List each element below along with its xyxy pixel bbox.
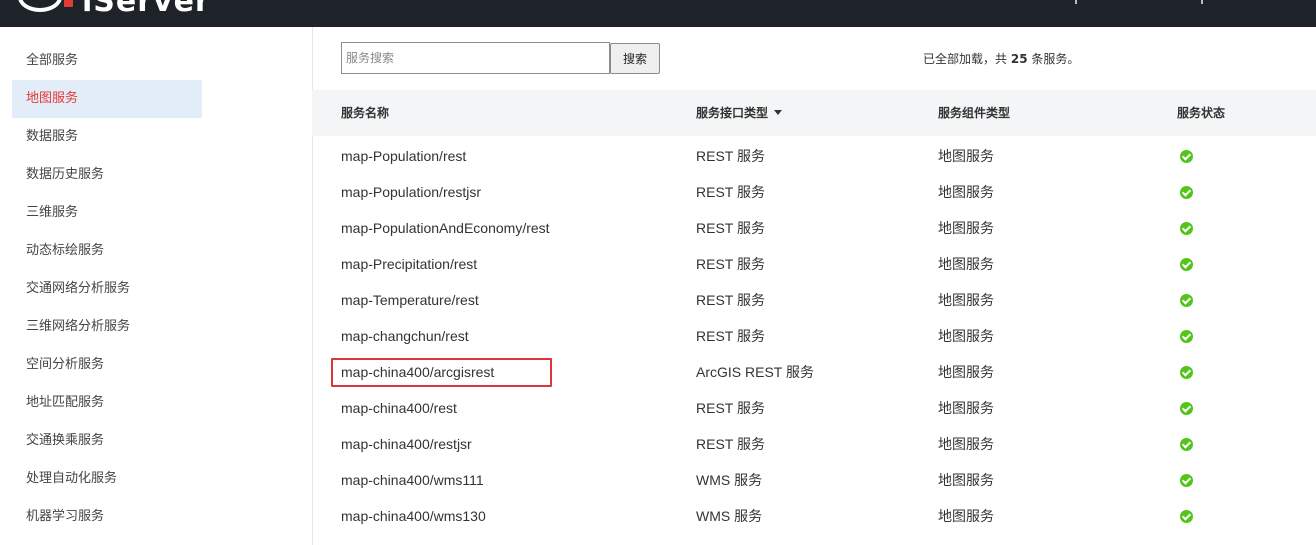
sidebar-item-spatial-analysis-services[interactable]: 空间分析服务 xyxy=(12,346,202,384)
table-row: map-china400/rest REST 服务 地图服务 xyxy=(312,390,1316,426)
table-row: map-PopulationAndEconomy/rest REST 服务 地图… xyxy=(312,210,1316,246)
table-row: map-Precipitation/rest REST 服务 地图服务 xyxy=(312,246,1316,282)
table-row: map-Temperature/rest REST 服务 地图服务 xyxy=(312,282,1316,318)
sidebar-item-address-matching-services[interactable]: 地址匹配服务 xyxy=(12,384,202,422)
interface-type-cell: ArcGIS REST 服务 xyxy=(696,364,814,380)
status-ok-icon xyxy=(1180,438,1193,451)
status-ok-icon xyxy=(1180,222,1193,235)
sidebar-item-all-services[interactable]: 全部服务 xyxy=(12,42,202,80)
status-ok-icon xyxy=(1180,366,1193,379)
service-name-link[interactable]: map-Population/rest xyxy=(341,138,466,174)
component-type-cell: 地图服务 xyxy=(938,472,994,488)
sidebar-item-3d-network-services[interactable]: 三维网络分析服务 xyxy=(12,308,202,346)
interface-type-cell: REST 服务 xyxy=(696,328,765,344)
interface-type-cell: REST 服务 xyxy=(696,184,765,200)
sidebar-item-plotting-services[interactable]: 动态标绘服务 xyxy=(12,232,202,270)
table-row: map-china400/wms130 WMS 服务 地图服务 xyxy=(312,498,1316,534)
sidebar-item-transfer-services[interactable]: 交通换乘服务 xyxy=(12,422,202,460)
sidebar-item-data-services[interactable]: 数据服务 xyxy=(12,118,202,156)
sidebar-item-map-services[interactable]: 地图服务 xyxy=(12,80,202,118)
search-button[interactable]: 搜索 xyxy=(610,43,660,74)
header-divider xyxy=(1075,0,1077,4)
component-type-cell: 地图服务 xyxy=(938,400,994,416)
service-name-link[interactable]: map-china400/wms130 xyxy=(341,498,486,534)
search-input[interactable] xyxy=(341,42,610,74)
summary-prefix: 已全部加载，共 xyxy=(923,52,1008,66)
table-row: map-changchun/rest REST 服务 地图服务 xyxy=(312,318,1316,354)
status-ok-icon xyxy=(1180,258,1193,271)
interface-type-cell: WMS 服务 xyxy=(696,472,763,488)
logo-text: iServer xyxy=(82,0,211,19)
interface-type-cell: REST 服务 xyxy=(696,148,765,164)
service-name-link[interactable]: map-china400/arcgisrest xyxy=(341,354,494,390)
component-type-cell: 地图服务 xyxy=(938,508,994,524)
interface-type-cell: REST 服务 xyxy=(696,292,765,308)
service-name-link[interactable]: map-china400/rest xyxy=(341,390,457,426)
sidebar-item-processing-automation-services[interactable]: 处理自动化服务 xyxy=(12,460,202,498)
component-type-cell: 地图服务 xyxy=(938,292,994,308)
table-row: map-Population/restjsr REST 服务 地图服务 xyxy=(312,174,1316,210)
interface-type-cell: WMS 服务 xyxy=(696,508,763,524)
sidebar-item-3d-services[interactable]: 三维服务 xyxy=(12,194,202,232)
column-header-interface-type[interactable]: 服务接口类型 xyxy=(696,90,783,136)
load-summary: 已全部加载，共 25 条服务。 xyxy=(923,50,1079,67)
column-header-label: 服务接口类型 xyxy=(696,106,769,120)
sidebar-item-transport-network-services[interactable]: 交通网络分析服务 xyxy=(12,270,202,308)
table-row: map-china400/arcgisrest ArcGIS REST 服务 地… xyxy=(312,354,1316,390)
component-type-cell: 地图服务 xyxy=(938,436,994,452)
service-name-link[interactable]: map-Population/restjsr xyxy=(341,174,481,210)
service-name-link[interactable]: map-Precipitation/rest xyxy=(341,246,477,282)
sidebar-item-data-history-services[interactable]: 数据历史服务 xyxy=(12,156,202,194)
summary-suffix: 条服务。 xyxy=(1031,52,1080,66)
status-ok-icon xyxy=(1180,294,1193,307)
sort-caret-icon xyxy=(774,110,783,115)
component-type-cell: 地图服务 xyxy=(938,328,994,344)
component-type-cell: 地图服务 xyxy=(938,364,994,380)
table-header: 服务名称 服务接口类型 服务组件类型 服务状态 xyxy=(312,90,1316,136)
service-count: 25 xyxy=(1010,52,1028,66)
component-type-cell: 地图服务 xyxy=(938,220,994,236)
interface-type-cell: REST 服务 xyxy=(696,220,765,236)
service-name-link[interactable]: map-Temperature/rest xyxy=(341,282,479,318)
interface-type-cell: REST 服务 xyxy=(696,400,765,416)
logo-icon xyxy=(18,0,62,12)
status-ok-icon xyxy=(1180,402,1193,415)
service-name-link[interactable]: map-PopulationAndEconomy/rest xyxy=(341,210,550,246)
logo-dot-icon xyxy=(64,0,73,7)
table-row: map-china400/wms111 WMS 服务 地图服务 xyxy=(312,462,1316,498)
table-row: map-Population/rest REST 服务 地图服务 xyxy=(312,138,1316,174)
service-name-link[interactable]: map-china400/wms111 xyxy=(341,462,484,498)
column-header-service-name: 服务名称 xyxy=(341,106,390,120)
header-divider xyxy=(1201,0,1203,4)
component-type-cell: 地图服务 xyxy=(938,256,994,272)
component-type-cell: 地图服务 xyxy=(938,184,994,200)
table-row: map-china400/restjsr REST 服务 地图服务 xyxy=(312,426,1316,462)
interface-type-cell: REST 服务 xyxy=(696,436,765,452)
status-ok-icon xyxy=(1180,150,1193,163)
service-name-link[interactable]: map-china400/restjsr xyxy=(341,426,472,462)
column-header-component-type: 服务组件类型 xyxy=(938,106,1011,120)
top-header-bar: iServer xyxy=(0,0,1316,27)
status-ok-icon xyxy=(1180,186,1193,199)
status-ok-icon xyxy=(1180,474,1193,487)
status-ok-icon xyxy=(1180,510,1193,523)
component-type-cell: 地图服务 xyxy=(938,148,994,164)
sidebar-item-machine-learning-services[interactable]: 机器学习服务 xyxy=(12,498,202,536)
interface-type-cell: REST 服务 xyxy=(696,256,765,272)
column-header-status: 服务状态 xyxy=(1177,106,1226,120)
status-ok-icon xyxy=(1180,330,1193,343)
sidebar: 全部服务 地图服务 数据服务 数据历史服务 三维服务 动态标绘服务 交通网络分析… xyxy=(0,27,313,545)
service-name-link[interactable]: map-changchun/rest xyxy=(341,318,469,354)
